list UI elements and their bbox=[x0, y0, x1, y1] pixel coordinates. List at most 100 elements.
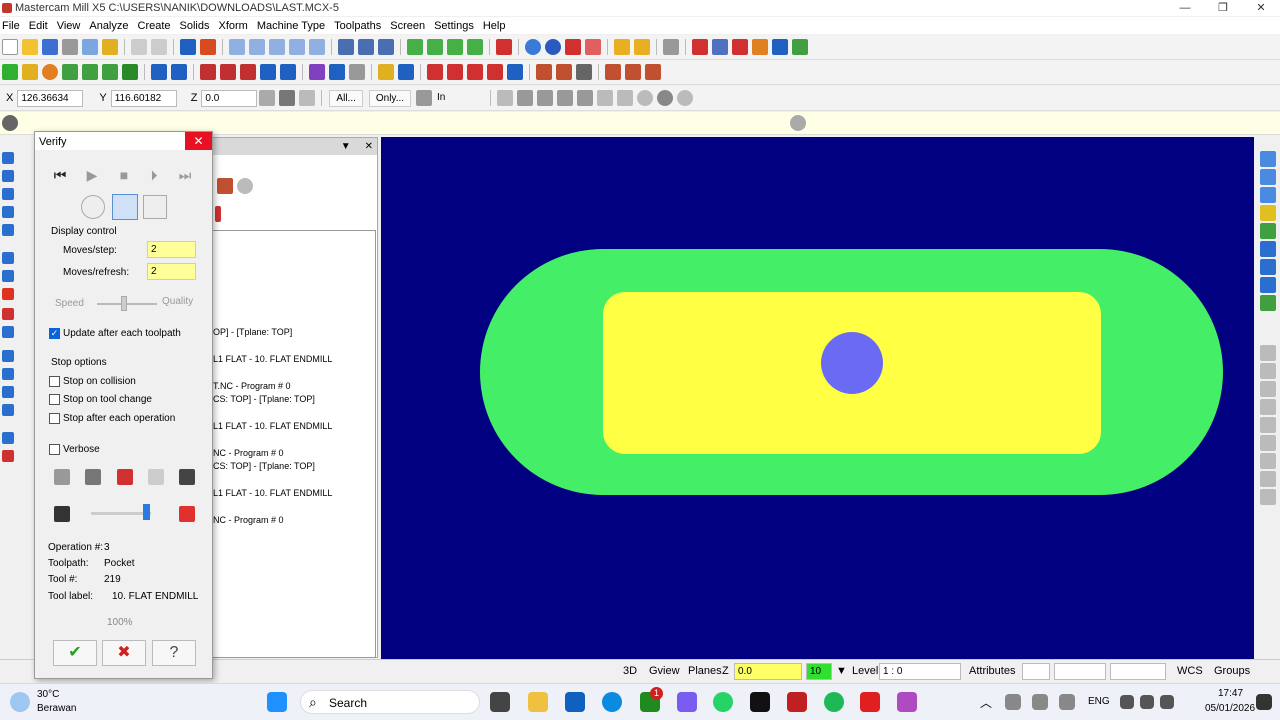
operations-icon[interactable] bbox=[2, 152, 14, 164]
menu-file[interactable]: File bbox=[0, 20, 27, 32]
right-view-icon[interactable] bbox=[1260, 151, 1276, 167]
ops-tree-line[interactable]: CS: TOP] - [Tplane: TOP] bbox=[213, 394, 315, 404]
right-tool-4-icon[interactable] bbox=[1260, 399, 1276, 415]
mill-icon[interactable] bbox=[605, 64, 621, 80]
filter-icon[interactable] bbox=[143, 195, 167, 219]
redo-icon[interactable] bbox=[151, 39, 167, 55]
selection-help-icon[interactable] bbox=[677, 90, 694, 106]
print-icon[interactable] bbox=[62, 39, 78, 55]
ops-tree-line[interactable]: NC - Program # 0 bbox=[213, 515, 284, 525]
play-icon[interactable]: ▶ bbox=[83, 166, 101, 184]
menu-screen[interactable]: Screen bbox=[388, 20, 432, 32]
ops-close-icon[interactable]: ✕ bbox=[365, 141, 373, 152]
ops-tree-line[interactable]: L1 FLAT - 10. FLAT ENDMILL bbox=[213, 354, 332, 364]
spline-icon[interactable] bbox=[102, 64, 118, 80]
scale-icon[interactable] bbox=[260, 64, 276, 80]
sync-icon[interactable] bbox=[1032, 694, 1048, 710]
toggle-display-icon[interactable] bbox=[2, 350, 14, 362]
speed-slider-thumb[interactable] bbox=[121, 296, 127, 311]
feature-icon[interactable] bbox=[577, 90, 594, 106]
color-dropdown-icon[interactable]: ▼ bbox=[836, 665, 847, 677]
translate-icon[interactable] bbox=[309, 64, 325, 80]
menu-view[interactable]: View bbox=[55, 20, 88, 32]
stop-collision-checkbox[interactable]: Stop on collision bbox=[49, 376, 136, 387]
moves-refresh-input[interactable]: 2 bbox=[147, 263, 196, 280]
minimize-button[interactable]: — bbox=[1166, 0, 1204, 16]
clipboard-icon[interactable] bbox=[102, 39, 118, 55]
expand-icon[interactable] bbox=[2, 450, 14, 462]
verbose-checkbox[interactable]: Verbose bbox=[49, 444, 100, 455]
regen-ops-icon[interactable] bbox=[2, 188, 14, 200]
mirror-icon[interactable] bbox=[220, 64, 236, 80]
ops-tool-icon[interactable] bbox=[217, 178, 233, 194]
line-style-field[interactable] bbox=[1054, 663, 1106, 680]
right-tool-6-icon[interactable] bbox=[1260, 435, 1276, 451]
move-insert-icon[interactable] bbox=[2, 386, 14, 398]
tool-icon[interactable] bbox=[556, 64, 572, 80]
measure-icon[interactable] bbox=[536, 64, 552, 80]
pencil-plus-icon[interactable] bbox=[634, 39, 650, 55]
battery-icon[interactable] bbox=[1160, 695, 1174, 709]
status-level-field[interactable]: 1 : 0 bbox=[879, 663, 961, 680]
menu-toolpaths[interactable]: Toolpaths bbox=[332, 20, 388, 32]
store-icon[interactable] bbox=[565, 692, 585, 712]
verify-close-button[interactable]: ✕ bbox=[185, 132, 212, 150]
zoom-in-icon[interactable] bbox=[269, 39, 285, 55]
ops-dropdown-icon[interactable]: ▼ bbox=[341, 141, 351, 152]
drill-icon[interactable] bbox=[378, 64, 394, 80]
stock-icon[interactable] bbox=[625, 64, 641, 80]
clear-icon[interactable] bbox=[637, 90, 654, 106]
cancel-button[interactable]: ✖ bbox=[102, 640, 146, 666]
right-screen-icon[interactable] bbox=[1260, 259, 1276, 275]
status-attributes[interactable]: Attributes bbox=[969, 665, 1015, 677]
help-button[interactable]: ? bbox=[152, 640, 196, 666]
x-app-icon[interactable] bbox=[860, 692, 880, 712]
right-tool-5-icon[interactable] bbox=[1260, 417, 1276, 433]
sim-speed-thumb[interactable] bbox=[143, 504, 150, 520]
step-icon[interactable]: ⏵ bbox=[145, 166, 163, 184]
undo-icon[interactable] bbox=[131, 39, 147, 55]
zoom-window-icon[interactable] bbox=[229, 39, 245, 55]
select-only-button[interactable]: Only... bbox=[368, 89, 412, 107]
notifications-icon[interactable] bbox=[1256, 694, 1272, 710]
simulate-icon[interactable] bbox=[2, 252, 14, 264]
menu-analyze[interactable]: Analyze bbox=[87, 20, 135, 32]
status-planes[interactable]: Planes bbox=[688, 665, 722, 677]
status-z-field[interactable]: 0.0 bbox=[734, 663, 802, 680]
body-icon[interactable] bbox=[557, 90, 574, 106]
dimension-icon[interactable] bbox=[732, 39, 748, 55]
globe-icon[interactable] bbox=[525, 39, 541, 55]
right-tool-8-icon[interactable] bbox=[1260, 471, 1276, 487]
moves-step-input[interactable]: 2 bbox=[147, 241, 196, 258]
point-style-field[interactable] bbox=[1022, 663, 1050, 680]
right-tool-9-icon[interactable] bbox=[1260, 489, 1276, 505]
wrench-icon[interactable] bbox=[85, 469, 101, 485]
chart-icon[interactable] bbox=[117, 469, 133, 485]
view-iso-icon[interactable] bbox=[467, 39, 483, 55]
pencil-icon[interactable] bbox=[614, 39, 630, 55]
list-icon[interactable] bbox=[447, 64, 463, 80]
start-icon[interactable] bbox=[267, 692, 287, 712]
xform-icon[interactable] bbox=[200, 64, 216, 80]
chain-icon[interactable] bbox=[398, 64, 414, 80]
right-tool-7-icon[interactable] bbox=[1260, 453, 1276, 469]
status-wcs[interactable]: WCS bbox=[1177, 665, 1203, 677]
verify-select-icon[interactable] bbox=[617, 90, 634, 106]
table-icon[interactable] bbox=[427, 64, 443, 80]
menu-xform[interactable]: Xform bbox=[217, 20, 255, 32]
menu-solids[interactable]: Solids bbox=[178, 20, 217, 32]
zoom-fit-icon[interactable] bbox=[249, 39, 265, 55]
project-icon[interactable] bbox=[349, 64, 365, 80]
select-all-button[interactable]: All... bbox=[329, 89, 363, 107]
mastercam-taskbar-icon[interactable] bbox=[787, 692, 807, 712]
ok-button[interactable]: ✔ bbox=[53, 640, 97, 666]
backplot-icon[interactable] bbox=[2, 206, 14, 218]
ops-tree-line[interactable]: OP] - [Tplane: TOP] bbox=[213, 327, 292, 337]
toolpath-icon[interactable] bbox=[338, 39, 354, 55]
microphone-icon[interactable] bbox=[1059, 694, 1075, 710]
fit-icon[interactable] bbox=[200, 39, 216, 55]
right-level-icon[interactable] bbox=[1260, 205, 1276, 221]
z-coordinate-field[interactable]: 0.0 bbox=[201, 89, 258, 107]
right-tool-3-icon[interactable] bbox=[1260, 381, 1276, 397]
wifi-icon[interactable] bbox=[1120, 695, 1134, 709]
